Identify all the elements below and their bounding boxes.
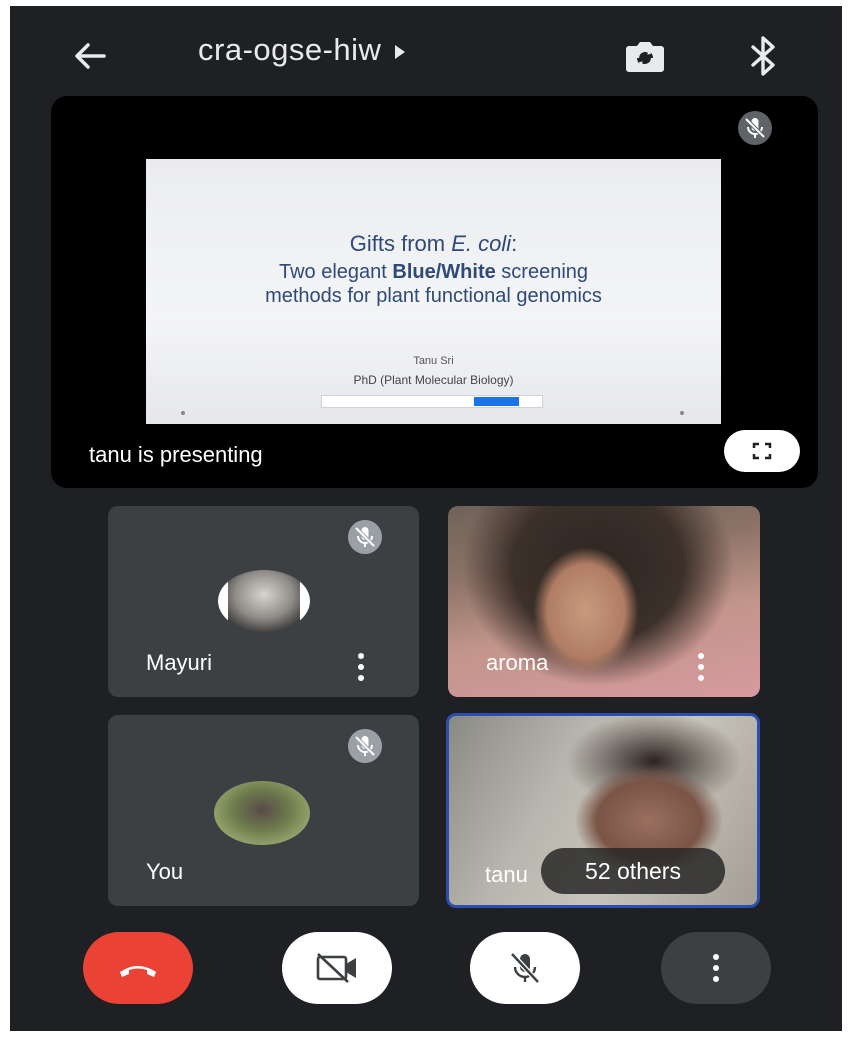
more-options-icon[interactable] [696,653,706,683]
more-options-icon[interactable] [356,653,366,683]
camera-off-icon [316,953,356,983]
participant-name: You [146,859,184,884]
camera-toggle-button[interactable] [282,932,392,1004]
slide-subtitle-line-2: methods for plant functional genomics [265,285,602,307]
slide-dot [181,411,185,415]
more-options-button[interactable] [661,932,771,1004]
participant-tile-aroma[interactable]: aroma [448,506,760,697]
muted-mic-icon [348,520,382,554]
more-vert-icon [711,954,721,984]
top-bar: cra-ogse-hiw [10,6,842,96]
participant-tile-you[interactable]: You [108,715,419,906]
avatar [214,781,310,845]
presenting-caption: tanu is presenting [89,442,263,467]
hang-up-icon [120,966,156,977]
slide-title: Gifts from E. coli: [349,231,518,256]
play-arrow-icon [395,44,406,59]
participant-name: aroma [486,650,549,675]
participant-name: Mayuri [146,650,213,675]
muted-mic-icon [738,111,772,145]
participant-tile-tanu[interactable]: tanu 52 others [446,713,760,908]
switch-camera-icon[interactable] [623,36,667,76]
fullscreen-icon [752,442,772,460]
end-call-button[interactable] [83,932,193,1004]
others-count-chip[interactable]: 52 others [541,848,725,894]
microphone-toggle-button[interactable] [470,932,580,1004]
slide-subtitle-line-1: Two elegant Blue/White screening [278,261,589,283]
slide-author: Tanu Sri [413,355,454,367]
meeting-code-button[interactable]: cra-ogse-hiw [198,32,406,68]
back-arrow-icon[interactable] [70,36,110,76]
avatar [218,570,310,632]
screen-share-banner [321,395,543,408]
participant-tile-mayuri[interactable]: Mayuri [108,506,419,697]
mic-off-icon [510,952,540,984]
fullscreen-button[interactable] [724,430,800,472]
muted-mic-icon [348,729,382,763]
slide-dot [680,411,684,415]
presentation-stage[interactable]: Gifts from E. coli: Two elegant Blue/Whi… [51,96,818,488]
participant-name: tanu [485,862,528,887]
slide-degree: PhD (Plant Molecular Biology) [353,373,514,387]
stop-sharing-button [474,397,519,406]
meeting-code: cra-ogse-hiw [198,32,382,67]
shared-slide: Gifts from E. coli: Two elegant Blue/Whi… [146,159,721,424]
bluetooth-icon[interactable] [747,34,781,78]
meet-screen: cra-ogse-hiw Gifts from E. coli: Two ele… [10,6,842,1031]
